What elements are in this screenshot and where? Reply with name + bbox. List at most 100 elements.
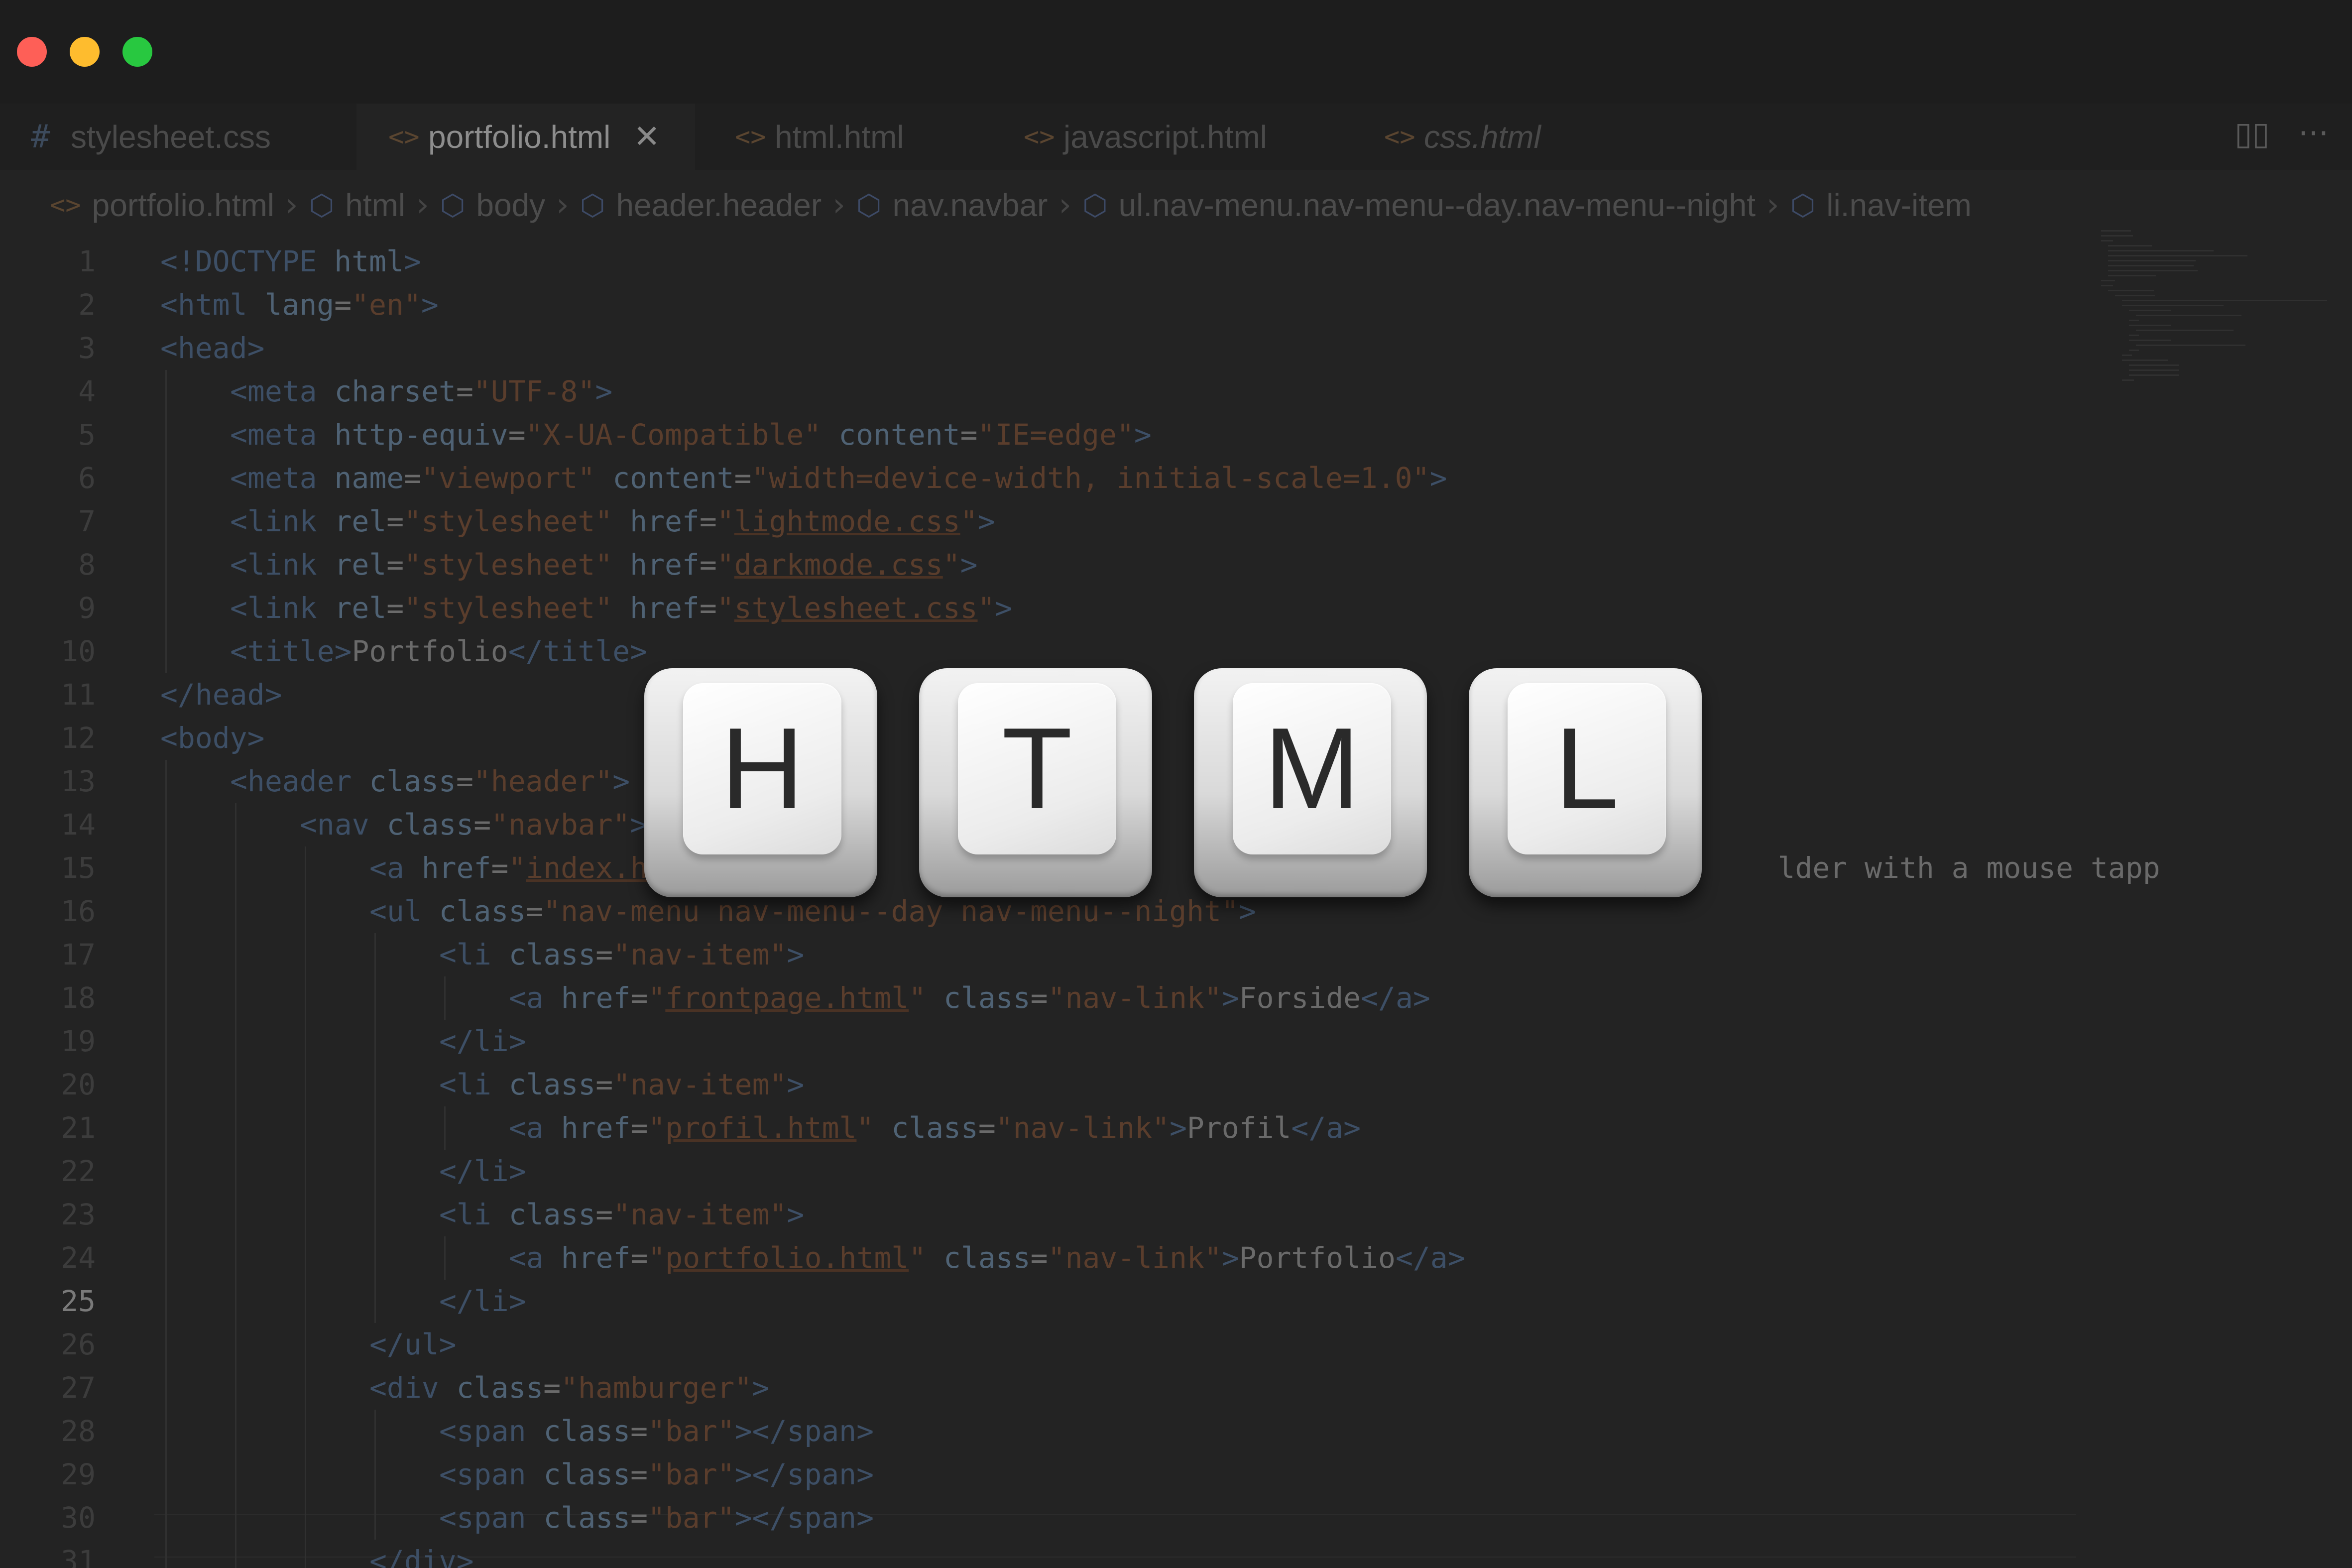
code-line[interactable]: 30 <span class="bar"></span> xyxy=(0,1496,2352,1540)
minimap-line xyxy=(2108,290,2154,291)
code-line[interactable]: 20 <li class="nav-item"> xyxy=(0,1063,2352,1106)
code-editor[interactable]: 1 <!DOCTYPE html> 2 <html lang="en"> 3 <head>… xyxy=(0,230,2352,1568)
code-line[interactable]: 24 <a href="portfolio.html" class="nav-li… xyxy=(0,1236,2352,1280)
indent-guide xyxy=(305,1540,306,1568)
breadcrumb-item[interactable]: ⬡ ul.nav-menu.nav-menu--day.nav-menu--ni… xyxy=(1082,187,1756,224)
tab-label: html.html xyxy=(775,119,904,155)
breadcrumb-item[interactable]: ⬡ header.header xyxy=(580,187,822,224)
keycap-letter: T xyxy=(1002,704,1072,833)
line-number: 17 xyxy=(61,938,96,971)
code-text: <span class="bar"></span> xyxy=(439,1414,874,1448)
indent-guide xyxy=(374,976,376,1020)
indent-guide xyxy=(165,587,167,630)
code-text: <span class="bar"></span> xyxy=(439,1501,874,1535)
more-actions-icon[interactable]: ··· xyxy=(2298,116,2329,152)
indent-guide xyxy=(165,1410,167,1453)
line-number: 2 xyxy=(78,288,96,322)
indent-guide xyxy=(165,413,167,457)
code-line[interactable]: 3 <head> xyxy=(0,327,2352,370)
code-line[interactable]: 27 <div class="hamburger"> xyxy=(0,1366,2352,1410)
minimap-line xyxy=(2136,315,2241,316)
code-line[interactable]: 29 <span class="bar"></span> xyxy=(0,1453,2352,1496)
code-line[interactable]: 4 <meta charset="UTF-8"> xyxy=(0,370,2352,413)
split-editor-icon[interactable]: ▯▯ xyxy=(2234,116,2269,152)
code-line[interactable]: 12 <body> xyxy=(0,717,2352,760)
tab-html-html[interactable]: <> html.html xyxy=(702,104,1011,170)
maximize-window-button[interactable] xyxy=(122,37,152,67)
tab-css-html[interactable]: <> css.html xyxy=(1356,104,1675,170)
code-line[interactable]: 28 <span class="bar"></span> xyxy=(0,1410,2352,1453)
breadcrumb-item[interactable]: ⬡ html xyxy=(309,187,406,224)
code-line[interactable]: 13 <header class="header"> xyxy=(0,760,2352,803)
minimap-line xyxy=(2101,240,2113,241)
line-number: 9 xyxy=(78,591,96,625)
code-line[interactable]: 22 </li> xyxy=(0,1150,2352,1193)
minimize-window-button[interactable] xyxy=(70,37,100,67)
code-line[interactable]: 11 </head> xyxy=(0,673,2352,717)
title-bar xyxy=(0,0,2352,104)
code-line[interactable]: 8 <link rel="stylesheet" href="darkmode.c… xyxy=(0,543,2352,587)
code-line[interactable]: 23 <li class="nav-item"> xyxy=(0,1193,2352,1236)
code-line[interactable]: 7 <link rel="stylesheet" href="lightmode.… xyxy=(0,500,2352,543)
tab-portfolio-html[interactable]: <> portfolio.html ✕ xyxy=(356,104,695,170)
minimap-line xyxy=(2101,230,2131,232)
code-line[interactable]: 18 <a href="frontpage.html" class="nav-li… xyxy=(0,976,2352,1020)
indent-guide xyxy=(235,803,236,846)
code-line[interactable]: 1 <!DOCTYPE html> xyxy=(0,240,2352,283)
code-line[interactable]: 26 </ul> xyxy=(0,1323,2352,1366)
keycap-l: L xyxy=(1469,668,1702,897)
code-text: <meta name="viewport" content="width=dev… xyxy=(230,461,1447,495)
minimap-line xyxy=(2101,280,2115,281)
indent-guide xyxy=(165,1063,167,1106)
line-number: 12 xyxy=(61,721,96,755)
code-line[interactable]: 2 <html lang="en"> xyxy=(0,283,2352,327)
keycap-letter: H xyxy=(720,704,804,833)
code-line[interactable]: 17 <li class="nav-item"> xyxy=(0,933,2352,976)
code-line[interactable]: 9 <link rel="stylesheet" href="stylesheet… xyxy=(0,587,2352,630)
code-line[interactable]: 19 </li> xyxy=(0,1020,2352,1063)
indent-guide xyxy=(165,543,167,587)
editor-window: # stylesheet.css <> portfolio.html ✕ <> … xyxy=(0,0,2352,1568)
close-window-button[interactable] xyxy=(17,37,47,67)
code-text: <div class="hamburger"> xyxy=(369,1371,770,1405)
breadcrumb-item[interactable]: <> portfolio.html xyxy=(50,187,274,224)
indent-guide xyxy=(374,1193,376,1236)
breadcrumb-item[interactable]: ⬡ nav.navbar xyxy=(856,187,1048,224)
indent-guide xyxy=(165,1453,167,1496)
code-line[interactable]: 15 <a href="index.h lder with a mouse tap… xyxy=(0,846,2352,890)
breadcrumb: <> portfolio.html › ⬡ html › ⬡ body › ⬡ … xyxy=(50,170,2290,240)
code-text: <title>Portfolio</title> xyxy=(230,634,648,668)
indent-guide xyxy=(165,1150,167,1193)
code-line[interactable]: 31 </div> xyxy=(0,1540,2352,1568)
minimap-line xyxy=(2108,275,2156,276)
breadcrumb-item[interactable]: ⬡ li.nav-item xyxy=(1790,187,1972,224)
indent-guide xyxy=(235,1063,236,1106)
minimap-line xyxy=(2122,300,2327,301)
indent-guide xyxy=(305,890,306,933)
code-line[interactable]: 25 </li> xyxy=(0,1280,2352,1323)
tab-stylesheet-css[interactable]: # stylesheet.css xyxy=(0,104,349,170)
keycap-m: M xyxy=(1194,668,1427,897)
indent-guide xyxy=(235,1150,236,1193)
indent-guide xyxy=(235,1496,236,1540)
minimap-line xyxy=(2129,320,2139,321)
indent-guide xyxy=(374,1106,376,1150)
line-number: 15 xyxy=(61,851,96,885)
code-line[interactable]: 16 <ul class="nav-menu nav-menu--day nav-… xyxy=(0,890,2352,933)
close-icon[interactable]: ✕ xyxy=(633,119,660,155)
indent-guide xyxy=(305,1106,306,1150)
code-line[interactable]: 6 <meta name="viewport" content="width=de… xyxy=(0,457,2352,500)
breadcrumb-item[interactable]: ⬡ body xyxy=(440,187,545,224)
indent-guide xyxy=(374,1150,376,1193)
code-line[interactable]: 10 <title>Portfolio</title> xyxy=(0,630,2352,673)
code-line[interactable]: 14 <nav class="navbar"> xyxy=(0,803,2352,846)
indent-guide xyxy=(305,1236,306,1280)
code-line[interactable]: 5 <meta http-equiv="X-UA-Compatible" cont… xyxy=(0,413,2352,457)
indent-guide xyxy=(235,1540,236,1568)
tab-javascript-html[interactable]: <> javascript.html xyxy=(996,104,1354,170)
minimap-line xyxy=(2108,270,2198,271)
indent-guide xyxy=(374,1280,376,1323)
code-line[interactable]: 21 <a href="profil.html" class="nav-link"… xyxy=(0,1106,2352,1150)
code-icon: <> xyxy=(735,122,766,152)
minimap[interactable] xyxy=(2101,230,2345,658)
